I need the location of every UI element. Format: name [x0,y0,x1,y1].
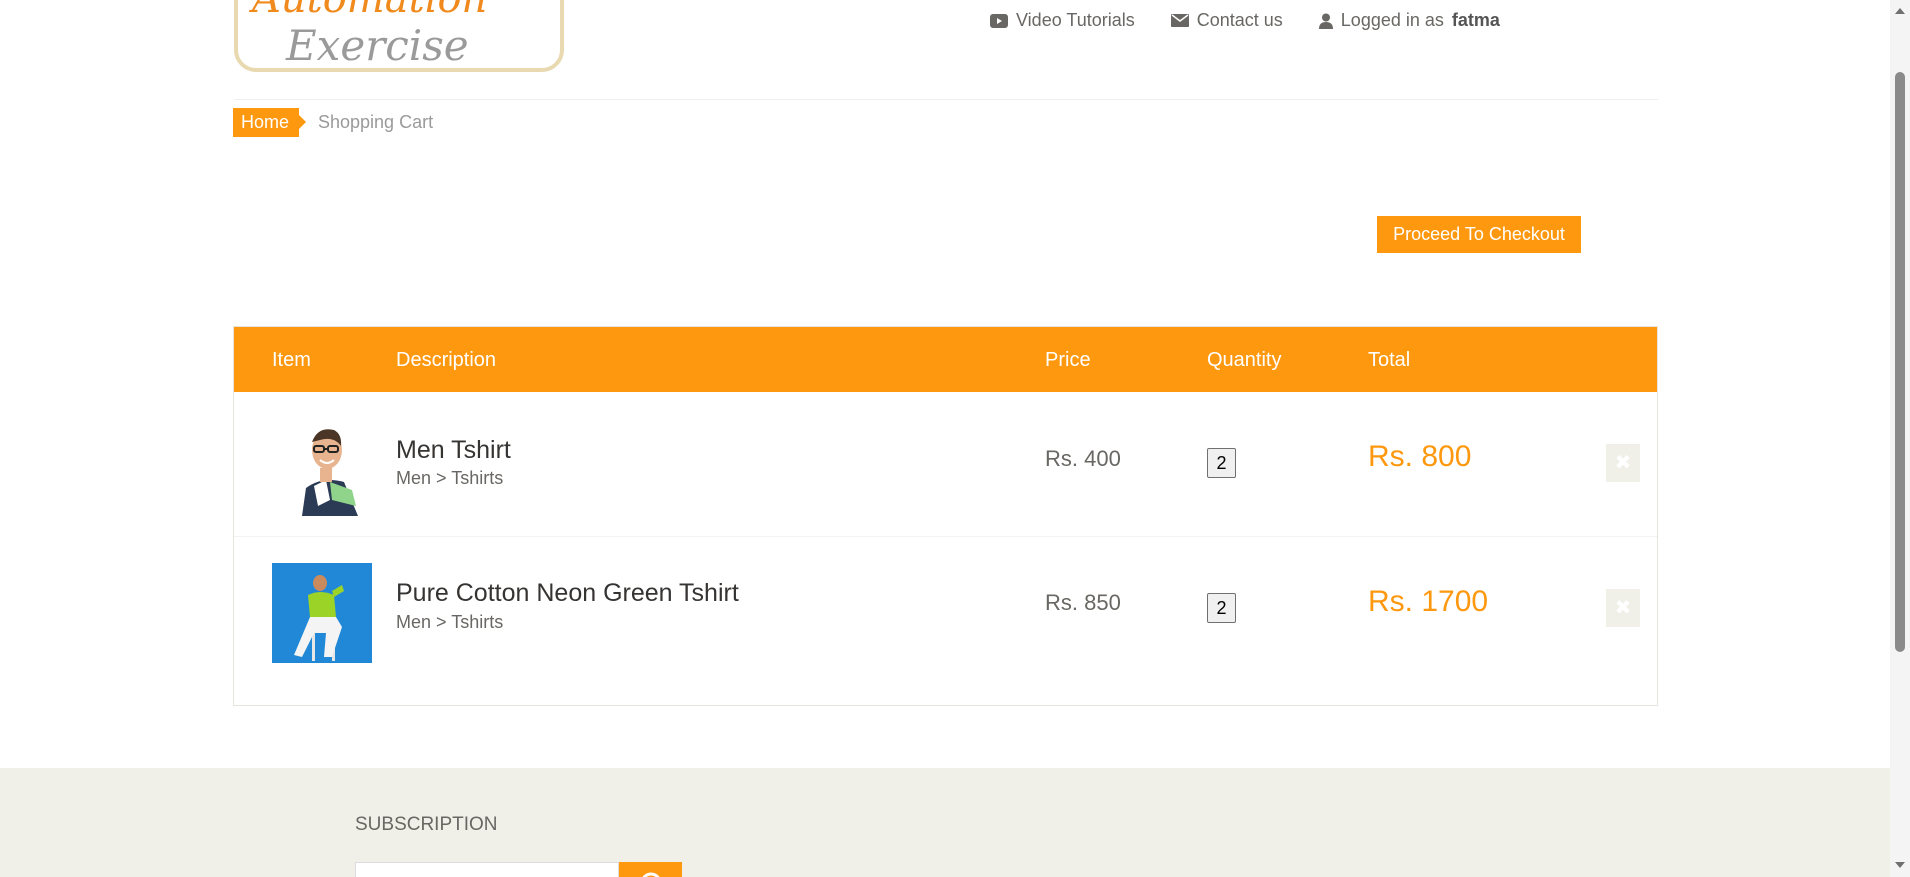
username: fatma [1451,10,1500,30]
product-price: Rs. 850 [1045,590,1121,615]
logo-graphic: Automation Exercise [248,0,487,68]
nav-contact-us[interactable]: Contact us [1170,10,1283,31]
scrollbar-thumb[interactable] [1895,72,1905,652]
header-description: Description [396,349,497,371]
breadcrumb-current: Shopping Cart [318,112,434,132]
arrow-circle-icon [642,872,660,877]
nav-logged-in[interactable]: Logged in as fatma [1318,10,1500,31]
header-total: Total [1368,349,1411,371]
youtube-play-icon [990,13,1008,28]
logo-line1: Automation [248,0,487,22]
product-name-link[interactable]: Men Tshirt [396,436,511,465]
delete-item-button[interactable]: ✖ [1606,589,1640,627]
site-logo[interactable]: Automation Exercise [234,0,564,72]
product-category: Men > Tshirts [396,612,504,632]
header-quantity: Quantity [1207,349,1282,371]
delete-item-button[interactable]: ✖ [1606,444,1640,482]
header-price: Price [1045,349,1091,371]
nav-contact-label: Contact us [1196,10,1283,30]
breadcrumb-home[interactable]: Home [233,108,307,137]
product-total: Rs. 800 [1368,440,1472,473]
product-photo [272,563,372,663]
product-image-men-tshirt[interactable] [272,416,372,516]
logged-in-label: Logged in as [1340,10,1444,30]
page: Automation Exercise Video Tutorials Cont… [0,0,1910,877]
subscription-title: SUBSCRIPTION [355,814,498,835]
close-icon: ✖ [1614,452,1632,474]
quantity-button[interactable]: 2 [1207,593,1236,623]
nav-video-label: Video Tutorials [1016,10,1135,30]
subscribe-button[interactable] [619,862,682,877]
product-total: Rs. 1700 [1368,585,1489,618]
envelope-icon [1170,14,1189,27]
header-divider [234,99,1658,100]
cart-row: Pure Cotton Neon Green Tshirt Men > Tshi… [234,536,1657,680]
logo-line2: Exercise [285,21,469,68]
close-icon: ✖ [1614,597,1632,619]
product-image-neon-green-tshirt[interactable] [272,563,372,663]
product-photo [272,416,372,516]
top-nav: Video Tutorials Contact us Logged in as … [990,10,1500,31]
header-item: Item [272,349,311,371]
cart-row: Men Tshirt Men > Tshirts Rs. 400 2 Rs. 8… [234,392,1657,536]
user-icon [1318,13,1333,29]
scroll-down-arrow-icon[interactable] [1895,862,1905,868]
product-name-link[interactable]: Pure Cotton Neon Green Tshirt [396,579,739,608]
footer [0,768,1890,877]
proceed-to-checkout-button[interactable]: Proceed To Checkout [1377,216,1581,253]
cart-table: Item Description Price Quantity Total Me… [233,326,1658,706]
quantity-button[interactable]: 2 [1207,448,1236,478]
product-price: Rs. 400 [1045,446,1121,471]
cart-table-header: Item Description Price Quantity Total [234,327,1657,392]
product-category: Men > Tshirts [396,468,504,488]
subscription-email-input[interactable] [355,862,619,877]
nav-video-tutorials[interactable]: Video Tutorials [990,10,1135,31]
scroll-up-arrow-icon[interactable] [1895,8,1905,14]
